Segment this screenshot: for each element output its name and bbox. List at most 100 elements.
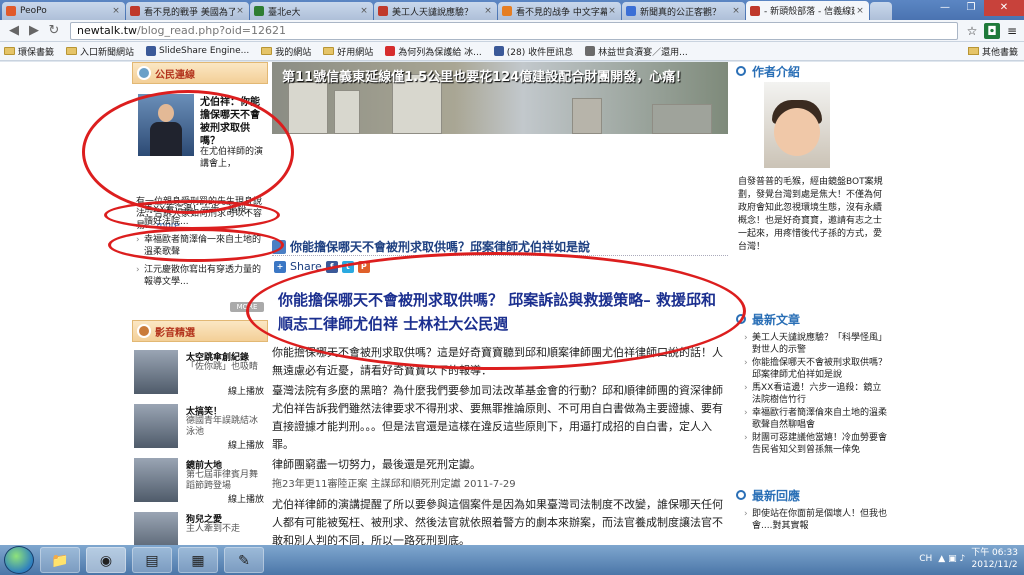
right-sidebar: 作者介紹 自發普普的毛猴，經由鏡盤BOT案規劃，發覺台灣到處是焦大！不僅為何政府… — [736, 62, 888, 545]
media-icon[interactable]: ▦ — [178, 547, 218, 573]
video-desc: 第七屆菲律賓月舞蹈節跨登場 — [186, 470, 259, 491]
address-bar[interactable]: newtalk.tw/blog_read.php?oid=12621 — [70, 21, 958, 40]
back-icon[interactable]: ◀ — [4, 22, 24, 40]
extension-icon[interactable]: ◘ — [984, 22, 1000, 39]
reload-icon[interactable]: ↻ — [44, 22, 64, 40]
list-item[interactable]: 馬XX看這邊！六步一追殺，讀好法院... — [136, 204, 264, 228]
bookmark-item[interactable]: SlideShare Engine... — [146, 46, 249, 56]
browser-tab[interactable]: 美工人天譴說應驗？ × — [374, 2, 497, 20]
other-bookmarks[interactable]: 其他書籤 — [967, 45, 1018, 58]
start-button[interactable] — [4, 546, 34, 574]
tab-close-icon[interactable]: × — [607, 6, 617, 16]
video-desc: 主人牽到不走 — [186, 524, 241, 534]
bookmark-item[interactable]: (28) 收件匣訊息 — [493, 45, 573, 58]
bookmark-label: 好用網站 — [337, 47, 374, 58]
bookmark-item[interactable]: 環保書籤 — [4, 45, 54, 58]
chrome-icon[interactable]: ◉ — [86, 547, 126, 573]
more-button[interactable]: MORE — [230, 302, 264, 312]
list-item[interactable]: 你能擔保哪天不會被刑求取供嗎？邱案律師尤伯祥如是說 — [744, 357, 888, 381]
browser-tab[interactable]: 臺北e大 × — [250, 2, 373, 20]
paint-icon[interactable]: ✎ — [224, 547, 264, 573]
tab-close-icon[interactable]: × — [483, 6, 493, 16]
featured-title[interactable]: 尤伯祥：你能擔保哪天不會被刑求取供嗎？ — [200, 96, 266, 148]
list-item[interactable]: 馬XX看這邊！六步一追殺：鏡立法院樹信竹行 — [744, 382, 888, 406]
minimize-icon[interactable]: — — [932, 0, 958, 16]
video-thumbnail[interactable] — [134, 512, 178, 545]
browser-tab[interactable]: 看不見的戰爭 美國為了 × — [126, 2, 249, 20]
bookmark-item[interactable]: 為何列為保護給 冰... — [385, 45, 482, 58]
forward-icon[interactable]: ▶ — [24, 22, 44, 40]
bookmark-item[interactable]: 林益世貪瀆宴／還用... — [585, 45, 688, 58]
bookmark-item[interactable]: 好用網站 — [323, 45, 373, 58]
browser-tab[interactable]: 新聞真的公正客觀？ × — [622, 2, 745, 20]
tab-close-icon[interactable]: × — [111, 6, 121, 16]
tab-close-icon[interactable]: × — [731, 6, 741, 16]
new-tab-button[interactable] — [870, 2, 892, 20]
site-icon — [385, 46, 396, 56]
author-heading: 作者介紹 — [736, 62, 888, 80]
tab-label: 看不見的戰爭 美國為了 — [144, 7, 235, 18]
video-thumbnail[interactable] — [134, 350, 178, 394]
clock[interactable]: 下午 06:33 2012/11/2 — [971, 547, 1018, 571]
close-icon[interactable]: ✕ — [984, 0, 1024, 16]
list-item[interactable]: 財團可惡建議他當嬉！冷血勞要會告民省知父到曾孫無一倖免 — [744, 432, 888, 456]
tab-favicon-icon — [750, 5, 760, 16]
list-item[interactable]: 美工人天譴說應驗？「科學怪風」對世人的示警 — [744, 332, 888, 356]
article-body: 你能擔保哪天不會被刑求取供嗎？這是好奇寶寶聽到邱和順案律師團尤伯祥律師口說的話！… — [272, 344, 728, 545]
featured-photo[interactable] — [138, 94, 194, 156]
browser-tab[interactable]: 看不見的战争 中文字幕 × — [498, 2, 621, 20]
video-item[interactable]: 太搞笑！ 德國青年誤跳結冰泳池 線上播放 — [134, 404, 266, 452]
article-paragraph: 你能擔保哪天不會被刑求取供嗎？這是好奇寶寶聽到邱和順案律師團尤伯祥律師口說的話！… — [272, 346, 723, 377]
clock-time: 下午 06:33 — [971, 548, 1018, 558]
twitter-icon[interactable]: t — [341, 260, 354, 273]
video-box-header: 影音精選 — [132, 320, 268, 342]
list-item[interactable]: 幸福歐者簡澤倫一來自土地的溫柔歌聲 — [136, 234, 264, 258]
bookmark-label: 環保書籤 — [18, 47, 55, 58]
tray-icons[interactable]: ▲ ▣ ♪ — [938, 554, 965, 564]
article-headline: 你能擔保哪天不會被刑求取供嗎？ 邱案訴訟與救援策略– 救援邱和順志工律師尤伯祥 … — [278, 291, 716, 333]
banner-building — [652, 104, 712, 134]
browser-tab[interactable]: - 新頭殼部落 - 信義線延 × — [746, 1, 869, 20]
list-item[interactable]: 江元慶散你寫出有穿透力量的報導文學... — [136, 264, 264, 288]
site-icon — [146, 46, 157, 56]
video-item[interactable]: 太空跳傘創紀錄 「佐你跳」也吸睛 線上播放 — [134, 350, 266, 398]
plurk-icon[interactable]: P — [357, 260, 370, 273]
author-photo — [764, 82, 830, 168]
banner-image[interactable]: 第11號信義東延線僅1.5公里也要花124億建設配合財團開發，心痛！ — [272, 62, 728, 134]
tab-favicon-icon — [626, 6, 636, 16]
play-link[interactable]: 線上播放 — [228, 492, 264, 505]
video-item[interactable]: 狗兒之愛主人牽到不走線上播放 — [134, 512, 266, 545]
window-controls: — ❐ ✕ — [932, 0, 1024, 16]
list-item[interactable]: 即使站在你面前是個壞人！但我也會....對其實報 — [744, 508, 888, 532]
video-thumbnail[interactable] — [134, 404, 178, 448]
video-thumbnail[interactable] — [134, 458, 178, 502]
play-link[interactable]: 線上播放 — [228, 438, 264, 451]
bookmark-label: 我的網站 — [275, 47, 312, 58]
replies-list: 即使站在你面前是個壞人！但我也會....對其實報 — [744, 508, 888, 533]
tab-close-icon[interactable]: × — [855, 6, 865, 16]
tab-close-icon[interactable]: × — [235, 6, 245, 16]
facebook-icon[interactable]: f — [325, 260, 338, 273]
explorer-icon[interactable]: 📁 — [40, 547, 80, 573]
bookmark-item[interactable]: 入口新聞網站 — [66, 45, 134, 58]
video-desc: 德國青年誤跳結冰泳池 — [186, 416, 259, 437]
list-item[interactable]: 幸福歐行者簡澤倫來自土地的溫柔歌聲自然聊唱會 — [744, 407, 888, 431]
article-paragraph: 臺灣法院有多麼的黑暗？為什麼我們要參加司法改革基金會的行動？邱和順律師團的資深律… — [272, 384, 723, 451]
browser-tab[interactable]: PeoPo × — [2, 2, 125, 20]
notepad-icon[interactable]: ▤ — [132, 547, 172, 573]
tab-close-icon[interactable]: × — [359, 6, 369, 16]
wrench-icon[interactable]: ≡ — [1004, 23, 1020, 39]
post-title[interactable]: 你能擔保哪天不會被刑求取供嗎？邱案律師尤伯祥如是說 — [290, 238, 590, 255]
share-icon[interactable]: + — [274, 260, 286, 273]
maximize-icon[interactable]: ❐ — [958, 0, 984, 16]
video-item[interactable]: 鏡前大地 第七屆菲律賓月舞蹈節跨登場 線上播放 — [134, 458, 266, 506]
replies-heading: 最新回應 — [736, 486, 888, 504]
share-label[interactable]: Share — [290, 260, 322, 273]
video-box-title: 影音精選 — [155, 327, 195, 339]
star-icon[interactable]: ☆ — [964, 23, 980, 39]
tab-label: 新聞真的公正客觀？ — [640, 7, 722, 18]
language-indicator[interactable]: CH — [919, 554, 932, 564]
play-link[interactable]: 線上播放 — [228, 384, 264, 397]
bookmark-item[interactable]: 我的網站 — [261, 45, 311, 58]
latest-list: 美工人天譴說應驗？「科學怪風」對世人的示警你能擔保哪天不會被刑求取供嗎？邱案律師… — [744, 332, 888, 457]
